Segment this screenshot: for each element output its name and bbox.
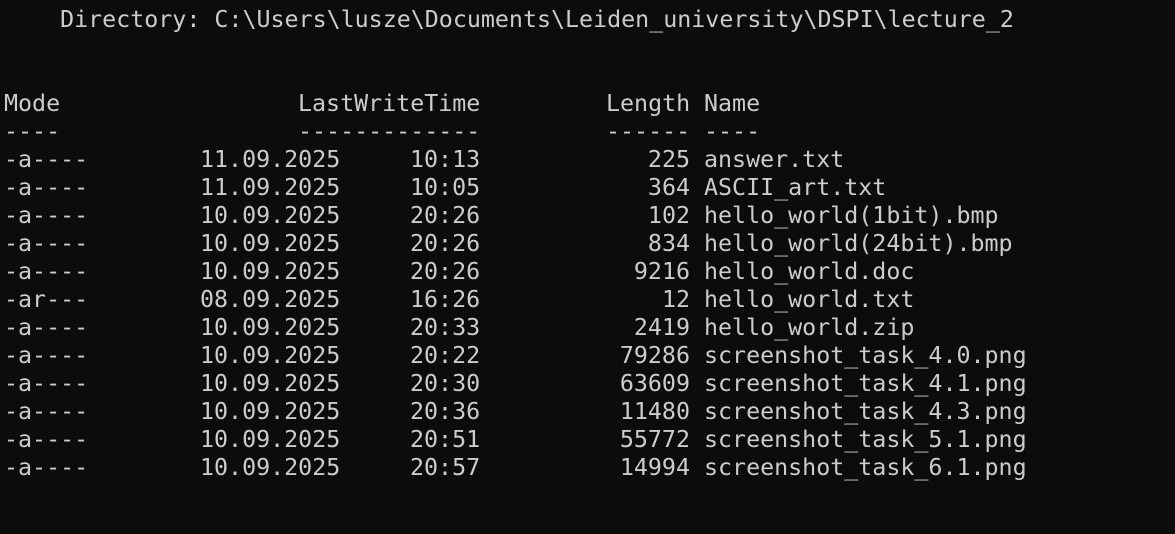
file-time: 20:26 (410, 230, 481, 257)
underline-lastwritetime: ------------- (298, 118, 481, 145)
file-mode: -a---- (4, 230, 89, 257)
file-mode: -a---- (4, 426, 89, 453)
file-date: 10.09.2025 (200, 258, 341, 285)
header-lastwritetime: LastWriteTime (298, 90, 481, 117)
file-row: -ar--- 08.09.2025 16:26 12 hello_world.txt (0, 286, 1175, 314)
file-length: 55772 (619, 426, 690, 453)
file-time: 20:57 (410, 454, 481, 481)
file-length: 225 (647, 146, 690, 173)
file-name: hello_world(1bit).bmp (704, 202, 999, 229)
file-time: 10:05 (410, 174, 481, 201)
file-row: -a---- 10.09.2025 20:26 102 hello_world(1bit… (0, 202, 1175, 230)
file-length: 14994 (619, 454, 690, 481)
file-mode: -a---- (4, 398, 89, 425)
file-name: screenshot_task_4.3.png (704, 398, 1027, 425)
file-date: 10.09.2025 (200, 230, 341, 257)
file-mode: -a---- (4, 146, 89, 173)
file-length: 63609 (619, 370, 690, 397)
file-row: -a---- 10.09.2025 20:57 14994 screenshot_tas… (0, 454, 1175, 482)
file-date: 10.09.2025 (200, 202, 341, 229)
file-length: 9216 (633, 258, 690, 285)
file-row: -a---- 11.09.2025 10:05 364 ASCII_art.txt (0, 174, 1175, 202)
file-time: 10:13 (410, 146, 481, 173)
file-mode: -a---- (4, 454, 89, 481)
file-time: 20:26 (410, 202, 481, 229)
file-date: 10.09.2025 (200, 398, 341, 425)
file-date: 10.09.2025 (200, 314, 341, 341)
file-row: -a---- 10.09.2025 20:26 9216 hello_world.doc (0, 258, 1175, 286)
terminal-window[interactable]: Directory: C:\Users\lusze\Documents\Leid… (0, 0, 1175, 534)
file-name: screenshot_task_4.1.png (704, 370, 1027, 397)
file-name: hello_world(24bit).bmp (704, 230, 1013, 257)
column-headers: Mode LastWriteTime Length Name (0, 90, 1175, 118)
file-row: -a---- 10.09.2025 20:26 834 hello_world(24bi… (0, 230, 1175, 258)
file-date: 11.09.2025 (200, 146, 341, 173)
file-name: ASCII_art.txt (704, 174, 887, 201)
file-length: 79286 (619, 342, 690, 369)
file-name: hello_world.txt (704, 286, 915, 313)
underline-length: ------ (606, 118, 691, 145)
file-time: 20:36 (410, 398, 481, 425)
directory-line: Directory: C:\Users\lusze\Documents\Leid… (4, 6, 1014, 33)
file-row: -a---- 11.09.2025 10:13 225 answer.txt (0, 146, 1175, 174)
file-date: 10.09.2025 (200, 370, 341, 397)
file-length: 364 (647, 174, 690, 201)
file-row: -a---- 10.09.2025 20:30 63609 screenshot_tas… (0, 370, 1175, 398)
file-mode: -a---- (4, 174, 89, 201)
file-name: screenshot_task_4.0.png (704, 342, 1027, 369)
file-name: answer.txt (704, 146, 845, 173)
file-length: 2419 (633, 314, 690, 341)
underline-name: ---- (704, 118, 761, 145)
file-date: 08.09.2025 (200, 286, 341, 313)
file-length: 102 (647, 202, 690, 229)
file-mode: -a---- (4, 202, 89, 229)
file-mode: -a---- (4, 314, 89, 341)
file-time: 20:22 (410, 342, 481, 369)
file-date: 10.09.2025 (200, 342, 341, 369)
file-date: 11.09.2025 (200, 174, 341, 201)
file-list: -a---- 11.09.2025 10:13 225 answer.txt -a----… (0, 146, 1175, 482)
file-name: hello_world.zip (704, 314, 915, 341)
header-name: Name (704, 90, 761, 117)
file-name: screenshot_task_5.1.png (704, 426, 1027, 453)
file-length: 11480 (619, 398, 690, 425)
file-mode: -a---- (4, 342, 89, 369)
file-mode: -ar--- (4, 286, 89, 313)
file-time: 20:30 (410, 370, 481, 397)
file-row: -a---- 10.09.2025 20:33 2419 hello_world.zip (0, 314, 1175, 342)
file-mode: -a---- (4, 258, 89, 285)
file-length: 834 (647, 230, 690, 257)
file-name: screenshot_task_6.1.png (704, 454, 1027, 481)
file-mode: -a---- (4, 370, 89, 397)
file-time: 20:51 (410, 426, 481, 453)
file-name: hello_world.doc (704, 258, 915, 285)
header-underlines: ---- ------------- ------ ---- (0, 118, 1175, 146)
file-row: -a---- 10.09.2025 20:36 11480 screenshot_tas… (0, 398, 1175, 426)
file-date: 10.09.2025 (200, 454, 341, 481)
header-mode: Mode (4, 90, 61, 117)
file-date: 10.09.2025 (200, 426, 341, 453)
file-length: 12 (661, 286, 690, 313)
file-time: 20:26 (410, 258, 481, 285)
header-length: Length (606, 90, 691, 117)
file-time: 20:33 (410, 314, 481, 341)
underline-mode: ---- (4, 118, 61, 145)
file-time: 16:26 (410, 286, 481, 313)
file-row: -a---- 10.09.2025 20:22 79286 screenshot_tas… (0, 342, 1175, 370)
file-row: -a---- 10.09.2025 20:51 55772 screenshot_tas… (0, 426, 1175, 454)
